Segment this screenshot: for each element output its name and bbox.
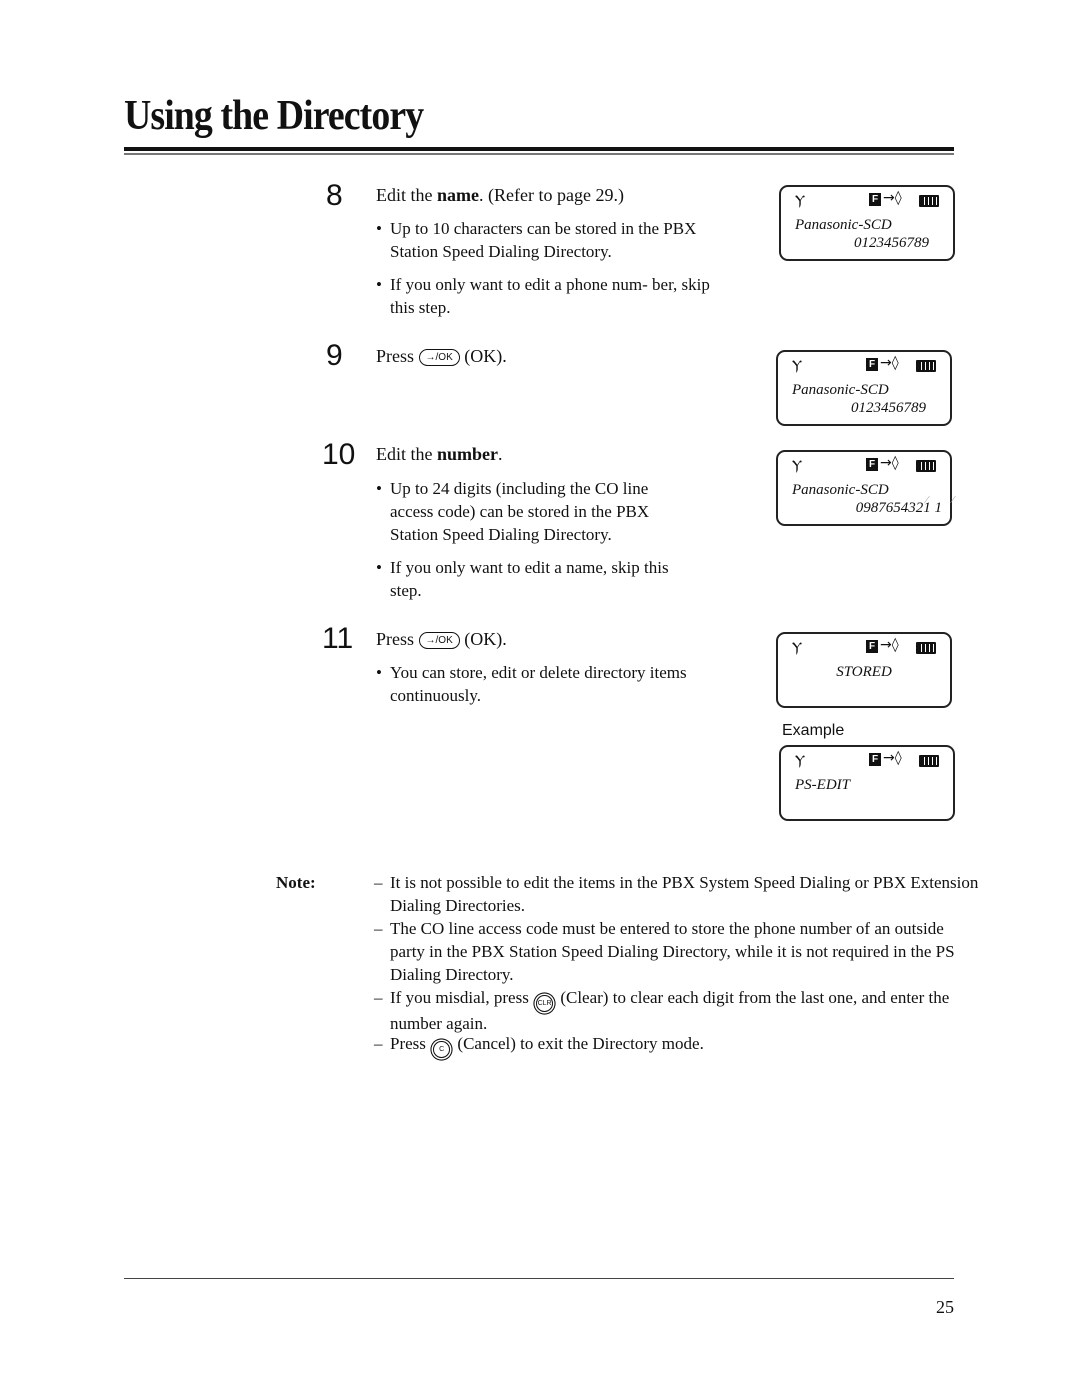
note-item-4: Press C (Cancel) to exit the Directory m… xyxy=(374,1032,980,1058)
text: . xyxy=(498,444,503,464)
step-8-heading: Edit the name. (Refer to page 29.) xyxy=(376,184,624,206)
clear-key-icon: CLR xyxy=(536,995,554,1012)
lcd-line-2: 0123456789 xyxy=(854,235,929,251)
text: (OK). xyxy=(459,629,507,649)
text-bold: number xyxy=(437,444,499,464)
title-rule-thick xyxy=(124,147,954,151)
function-icon: F xyxy=(866,358,878,371)
battery-icon xyxy=(919,755,939,767)
step-10-bullet-2: If you only want to edit a name, skip th… xyxy=(376,556,695,602)
lcd-line-1: Panasonic-SCD xyxy=(795,217,892,233)
text: Press xyxy=(376,346,419,366)
lcd-status: STORED xyxy=(836,664,892,680)
lcd-line-2: 0123456789 xyxy=(851,400,926,416)
antenna-icon: Ⲩ xyxy=(792,358,803,374)
step-8-bullet-1: Up to 10 characters can be stored in the… xyxy=(376,217,720,263)
step-number-9: 9 xyxy=(326,339,343,372)
text: Press xyxy=(376,629,419,649)
cursor-blink-icon: ⁄ xyxy=(926,494,928,506)
cancel-key-icon: C xyxy=(433,1041,451,1058)
note-item-3: If you misdial, press CLR (Clear) to cle… xyxy=(374,986,980,1035)
function-icon: F xyxy=(869,193,881,206)
lcd-display-1: Ⲩ F →◊ Panasonic-SCD 0123456789 xyxy=(779,185,955,261)
function-icon: F xyxy=(866,458,878,471)
function-icon: F xyxy=(866,640,878,653)
note-item-2: The CO line access code must be entered … xyxy=(374,917,980,986)
function-icon: F xyxy=(869,753,881,766)
step-9-heading: Press →/OK (OK). xyxy=(376,345,507,367)
footer-rule xyxy=(124,1278,954,1279)
example-label: Example xyxy=(782,722,845,739)
text: . (Refer to page 29.) xyxy=(479,185,624,205)
step-number-10: 10 xyxy=(322,438,356,471)
step-number-11: 11 xyxy=(322,622,354,655)
text: Edit the xyxy=(376,185,437,205)
step-10-bullet-1: Up to 24 digits (including the CO line a… xyxy=(376,477,695,546)
antenna-icon: Ⲩ xyxy=(792,458,803,474)
lcd-line-1: Panasonic-SCD xyxy=(792,382,889,398)
page-title: Using the Directory xyxy=(124,93,424,139)
battery-icon xyxy=(916,360,936,372)
intercom-arrow-icon: →◊ xyxy=(880,455,899,471)
lcd-line-1: Panasonic-SCD xyxy=(792,482,889,498)
intercom-arrow-icon: →◊ xyxy=(883,190,902,206)
ok-key-icon: →/OK xyxy=(418,349,460,366)
step-number-8: 8 xyxy=(326,179,343,212)
text: Edit the xyxy=(376,444,437,464)
lcd-display-4: Ⲩ F →◊ STORED xyxy=(776,632,952,708)
intercom-arrow-icon: →◊ xyxy=(883,750,902,766)
step-11-heading: Press →/OK (OK). xyxy=(376,628,507,650)
cursor-blink-icon: ⁄ xyxy=(952,494,954,506)
lcd-line-1: PS-EDIT xyxy=(795,777,850,793)
page-number: 25 xyxy=(936,1297,954,1317)
intercom-arrow-icon: →◊ xyxy=(880,355,899,371)
step-8-bullet-2: If you only want to edit a phone num- be… xyxy=(376,273,720,319)
step-10-heading: Edit the number. xyxy=(376,443,503,465)
step-11-bullet-1: You can store, edit or delete directory … xyxy=(376,661,700,707)
intercom-arrow-icon: →◊ xyxy=(880,637,899,653)
antenna-icon: Ⲩ xyxy=(795,193,806,209)
lcd-display-5: Ⲩ F →◊ PS-EDIT xyxy=(779,745,955,821)
text: If you misdial, press xyxy=(390,988,534,1007)
ok-key-icon: →/OK xyxy=(418,632,460,649)
title-rule-thin xyxy=(124,153,954,155)
lcd-display-3: Ⲩ F →◊ Panasonic-SCD 0987654321 1 ⁄ ⁄ xyxy=(776,450,954,526)
lcd-line-2: 0987654321 1 xyxy=(855,500,942,516)
text: (OK). xyxy=(459,346,507,366)
antenna-icon: Ⲩ xyxy=(795,753,806,769)
battery-icon xyxy=(916,460,936,472)
note-item-1: It is not possible to edit the items in … xyxy=(374,871,980,917)
antenna-icon: Ⲩ xyxy=(792,640,803,656)
text: (Cancel) to exit the Directory mode. xyxy=(453,1034,704,1053)
text: Press xyxy=(390,1034,431,1053)
lcd-display-2: Ⲩ F →◊ Panasonic-SCD 0123456789 xyxy=(776,350,952,426)
battery-icon xyxy=(919,195,939,207)
note-label: Note: xyxy=(276,873,316,892)
battery-icon xyxy=(916,642,936,654)
text-bold: name xyxy=(437,185,479,205)
